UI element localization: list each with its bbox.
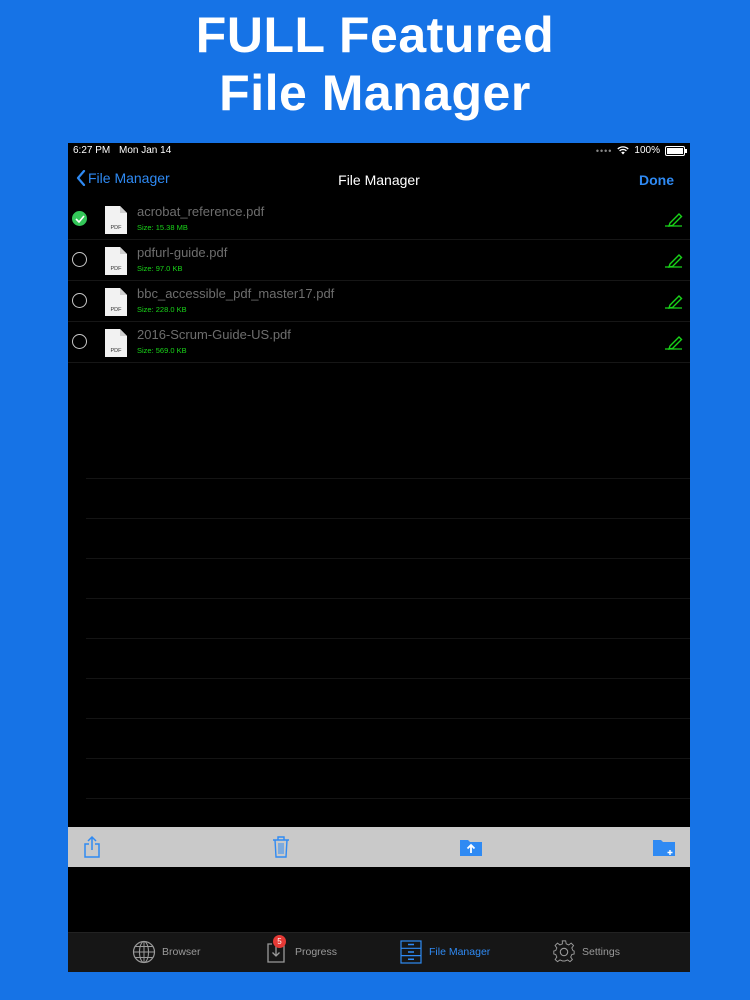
tab-file-manager[interactable]: File Manager [399,940,490,964]
pdf-file-icon: PDF [105,288,127,316]
pdf-icon-label: PDF [111,307,123,313]
navigation-bar: File Manager File Manager Done [68,165,690,195]
selected-check-icon[interactable] [72,211,87,226]
share-icon[interactable] [82,835,102,859]
tab-browser[interactable]: Browser [132,940,201,964]
file-row[interactable]: PDF acrobat_reference.pdf Size: 15.38 MB [68,199,690,240]
unselected-check-icon[interactable] [72,293,87,308]
back-button-label: File Manager [88,170,170,186]
pdf-file-icon: PDF [105,206,127,234]
empty-row [86,719,690,759]
promo-line-2: File Manager [219,65,531,121]
tab-settings-label: Settings [582,946,620,958]
promo-line-1: FULL Featured [195,7,555,63]
empty-row [86,519,690,559]
status-date: Mon Jan 14 [119,145,172,156]
pdf-file-icon: PDF [105,329,127,357]
empty-list-separators [86,439,690,799]
empty-row [86,639,690,679]
empty-row [86,599,690,639]
done-button[interactable]: Done [639,172,674,188]
tab-file-manager-label: File Manager [429,946,491,958]
status-right: •••• 100% [595,145,687,156]
device-screen: 6:27 PM Mon Jan 14 •••• 100% File Manage… [68,143,690,972]
file-row[interactable]: PDF 2016-Scrum-Guide-US.pdf Size: 569.0 … [68,322,690,363]
edit-pencil-icon[interactable] [662,334,684,350]
tab-progress[interactable]: 5 Progress [265,935,338,964]
pdf-icon-label: PDF [111,266,123,272]
folder-add-icon[interactable] [653,838,675,856]
signal-dots-icon: •••• [595,145,613,156]
progress-badge: 5 [273,935,286,948]
chevron-left-icon [76,170,86,186]
unselected-check-icon[interactable] [72,252,87,267]
edit-pencil-icon[interactable] [662,293,684,309]
promo-headline: FULL Featured File Manager [0,6,750,122]
trash-icon[interactable] [271,835,291,859]
gear-icon [553,940,575,963]
file-list: PDF acrobat_reference.pdf Size: 15.38 MB… [68,199,690,363]
battery-icon [665,145,687,156]
file-cabinet-icon [400,940,422,964]
tab-bar: Browser 5 Progress File Manager Settings [68,932,690,972]
file-size: Size: 97.0 KB [137,264,183,273]
wifi-icon [617,146,630,155]
file-name: bbc_accessible_pdf_master17.pdf [137,286,335,301]
status-bar: 6:27 PM Mon Jan 14 •••• 100% [68,143,690,159]
folder-upload-icon[interactable] [460,838,482,856]
empty-row [86,759,690,799]
edit-pencil-icon[interactable] [662,211,684,227]
status-time: 6:27 PM [73,145,111,156]
file-size: Size: 228.0 KB [137,305,187,314]
file-row[interactable]: PDF bbc_accessible_pdf_master17.pdf Size… [68,281,690,322]
empty-row [86,679,690,719]
pdf-file-icon: PDF [105,247,127,275]
file-name: 2016-Scrum-Guide-US.pdf [137,327,291,342]
tab-progress-label: Progress [295,946,338,958]
pdf-icon-label: PDF [111,348,123,354]
globe-icon [132,940,156,964]
unselected-check-icon[interactable] [72,334,87,349]
bottom-toolbar [68,827,690,867]
empty-row [86,559,690,599]
battery-percent: 100% [634,145,660,156]
tab-settings[interactable]: Settings [552,940,620,964]
empty-row [86,439,690,479]
back-button[interactable]: File Manager [76,170,170,186]
pdf-icon-label: PDF [111,225,123,231]
tab-browser-label: Browser [162,946,201,958]
file-name: acrobat_reference.pdf [137,204,265,219]
download-icon-wrap: 5 [265,935,289,964]
file-row[interactable]: PDF pdfurl-guide.pdf Size: 97.0 KB [68,240,690,281]
empty-row [86,479,690,519]
file-size: Size: 15.38 MB [137,223,188,232]
file-size: Size: 569.0 KB [137,346,187,355]
file-name: pdfurl-guide.pdf [137,245,228,260]
edit-pencil-icon[interactable] [662,252,684,268]
